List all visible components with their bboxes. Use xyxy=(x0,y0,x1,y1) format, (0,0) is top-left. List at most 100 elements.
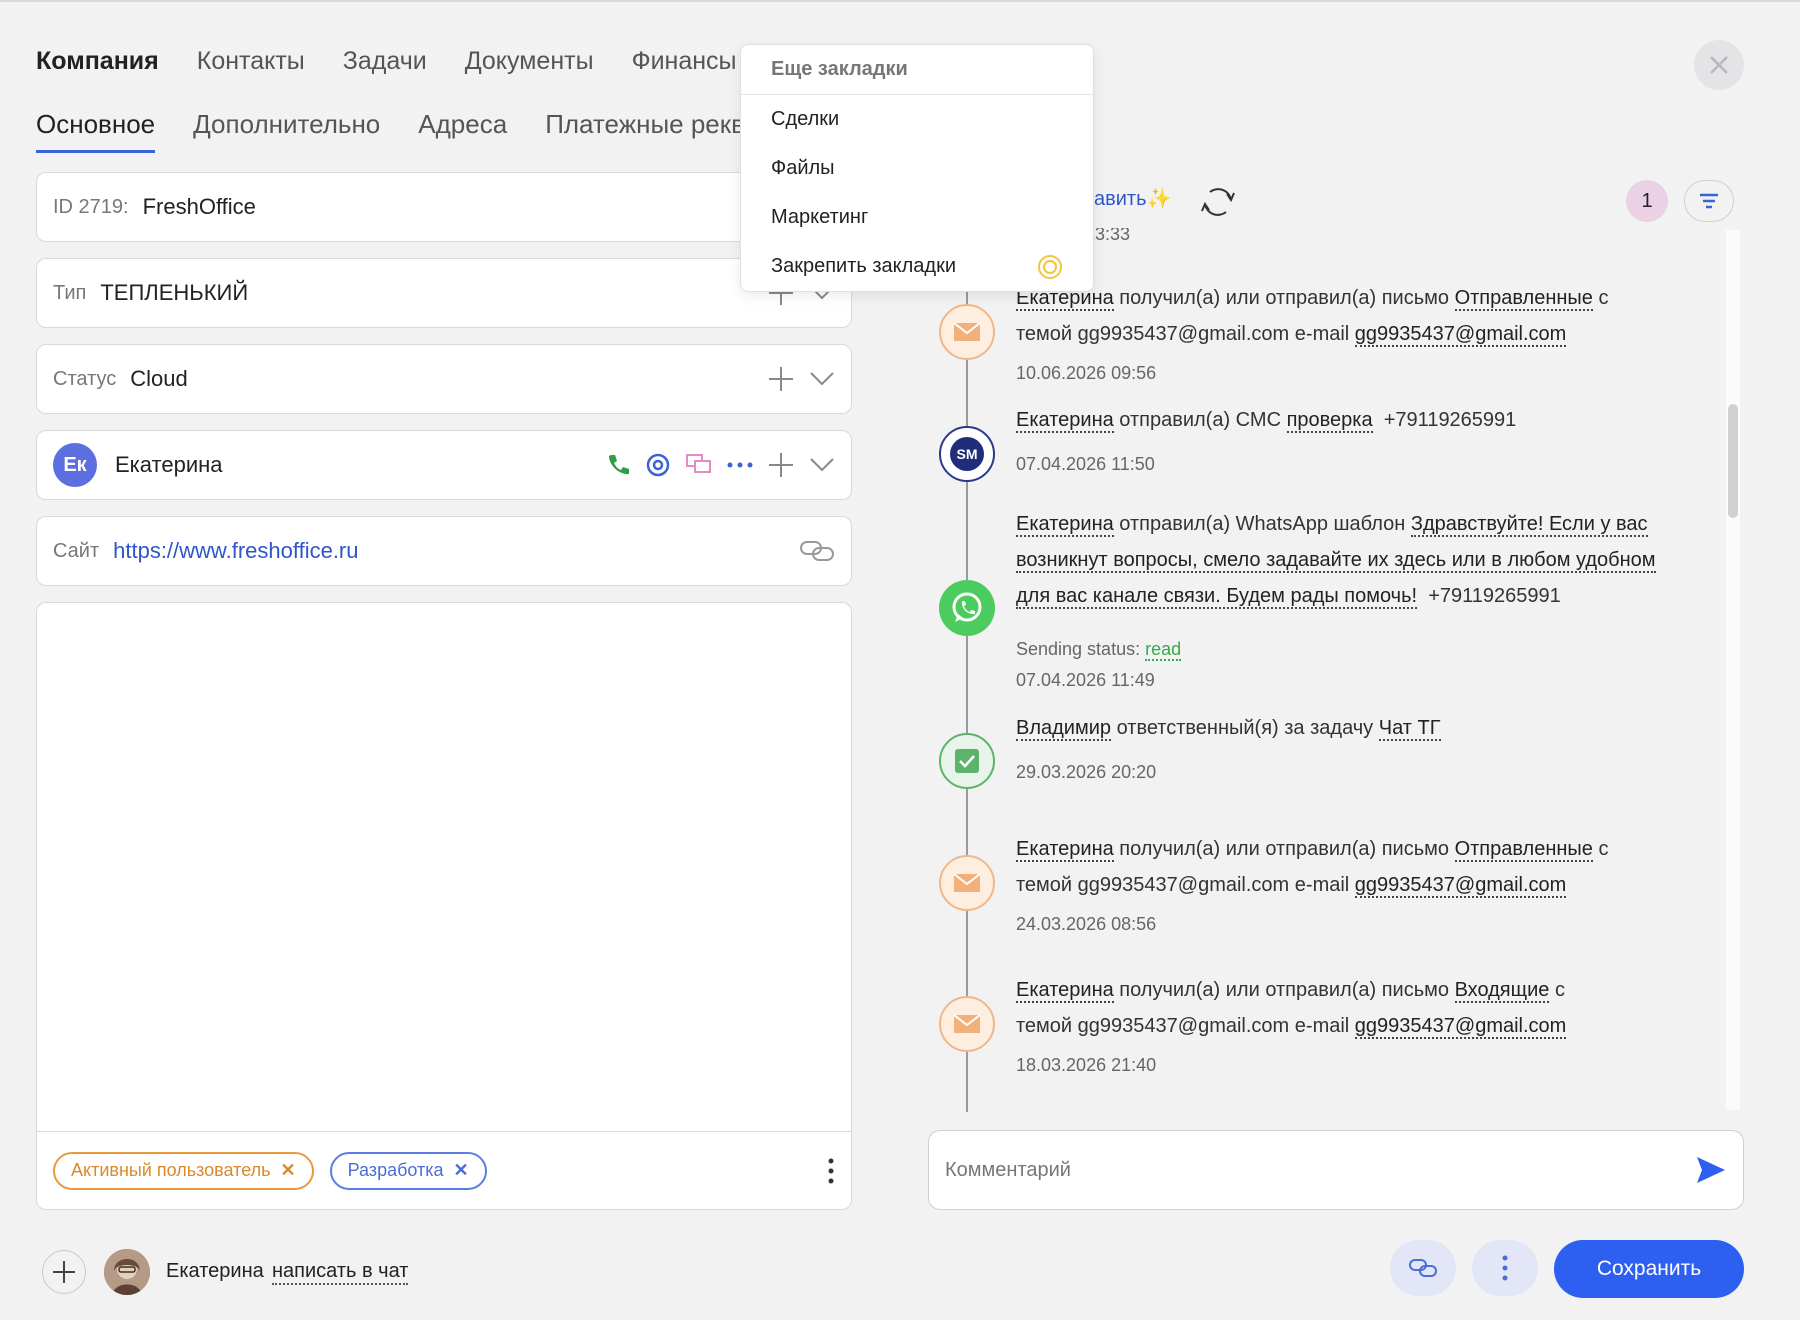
chat-icon[interactable] xyxy=(685,452,713,478)
pin-tabs-label: Закрепить закладки xyxy=(771,255,956,277)
more-icon[interactable] xyxy=(727,460,753,470)
event-user-link[interactable]: Екатерина xyxy=(1016,513,1114,537)
phone-icon[interactable] xyxy=(605,452,631,478)
tab-contacts[interactable]: Контакты xyxy=(197,44,305,84)
tab-tasks[interactable]: Задачи xyxy=(343,44,427,84)
tab-addresses[interactable]: Адреса xyxy=(418,108,507,153)
notification-badge[interactable]: 1 xyxy=(1626,180,1668,222)
sms-icon: SM xyxy=(950,437,984,471)
tab-documents[interactable]: Документы xyxy=(465,44,594,84)
write-to-chat-link[interactable]: написать в чат xyxy=(272,1260,409,1285)
user-photo xyxy=(104,1249,150,1295)
more-actions-button[interactable] xyxy=(1472,1240,1538,1296)
svg-text:SM: SM xyxy=(957,446,978,462)
contact-field[interactable]: Ек Екатерина xyxy=(36,430,852,500)
plus-icon xyxy=(53,1261,75,1283)
event-date: 07.04.2026 xyxy=(1016,454,1107,474)
template-text[interactable]: для вас канале связи. Будем рады помочь! xyxy=(1016,585,1418,609)
envelope-icon xyxy=(953,322,981,341)
refresh-icon[interactable] xyxy=(1200,184,1236,220)
event-datetime: 18.03.2026 21:40 xyxy=(1016,1055,1156,1076)
add-action-link[interactable]: авить✨ xyxy=(1094,186,1171,211)
menu-item-files[interactable]: Файлы xyxy=(741,144,1093,193)
site-field[interactable]: Сайт https://www.freshoffice.ru xyxy=(36,516,852,586)
event-email-label: e-mail xyxy=(1294,323,1350,345)
toggle-circle-icon[interactable] xyxy=(1037,254,1063,280)
company-name: FreshOffice xyxy=(142,194,256,219)
feed-event: Екатерина получил(а) или отправил(а) пис… xyxy=(1016,831,1676,903)
contact-name: Екатерина xyxy=(115,452,223,477)
link-button[interactable] xyxy=(1390,1240,1456,1296)
menu-item-marketing[interactable]: Маркетинг xyxy=(741,193,1093,242)
id-field[interactable]: ID 2719: FreshOffice xyxy=(36,172,852,242)
event-email-link[interactable]: gg9935437@gmail.com xyxy=(1354,323,1567,347)
tab-company[interactable]: Компания xyxy=(36,44,159,84)
chevron-down-icon[interactable] xyxy=(809,371,835,387)
tag-development[interactable]: Разработка ✕ xyxy=(329,1151,487,1190)
kebab-icon[interactable] xyxy=(827,1158,835,1184)
event-subject-label: темой xyxy=(1016,323,1073,345)
filter-button[interactable] xyxy=(1684,180,1734,222)
event-time: 08:56 xyxy=(1111,914,1157,934)
event-folder-link[interactable]: Отправленные xyxy=(1454,838,1593,862)
menu-item-deals[interactable]: Сделки xyxy=(741,95,1093,144)
site-link[interactable]: https://www.freshoffice.ru xyxy=(113,538,358,564)
close-button[interactable] xyxy=(1694,40,1744,90)
tab-finance[interactable]: Финансы xyxy=(632,44,737,84)
event-task-link[interactable]: Чат ТГ xyxy=(1378,717,1441,741)
template-text[interactable]: Здравствуйте! Если у вас xyxy=(1410,513,1648,537)
plus-icon[interactable] xyxy=(767,365,795,393)
event-with: с xyxy=(1598,838,1609,860)
dropdown-title: Еще закладки xyxy=(741,45,1093,95)
more-tabs-dropdown: Еще закладки Сделки Файлы Маркетинг Закр… xyxy=(740,44,1094,292)
template-text[interactable]: возникнут вопросы, смело задавайте их зд… xyxy=(1016,549,1656,573)
event-date: 07.04.2026 xyxy=(1016,670,1107,690)
menu-item-pin-tabs[interactable]: Закрепить закладки xyxy=(741,242,1093,291)
whatsapp-event-icon xyxy=(939,580,995,636)
sending-status-value[interactable]: read xyxy=(1145,639,1182,661)
event-user-link[interactable]: Екатерина xyxy=(1016,979,1114,1003)
event-email-link[interactable]: gg9935437@gmail.com xyxy=(1354,874,1567,898)
notes-area[interactable]: Активный пользователь ✕ Разработка ✕ xyxy=(36,602,852,1210)
event-time: 11:50 xyxy=(1111,454,1155,474)
comment-input[interactable]: Комментарий xyxy=(928,1130,1744,1210)
whatsapp-icon xyxy=(952,592,982,622)
event-date: 18.03.2026 xyxy=(1016,1055,1107,1075)
event-user-link[interactable]: Екатерина xyxy=(1016,838,1114,862)
event-action: отправил(а) WhatsApp шаблон xyxy=(1119,513,1406,535)
mail-event-icon xyxy=(939,304,995,360)
event-email-link[interactable]: gg9935437@gmail.com xyxy=(1354,1015,1567,1039)
remove-tag-icon[interactable]: ✕ xyxy=(281,1160,296,1181)
email-icon[interactable] xyxy=(645,452,671,478)
event-folder-link[interactable]: Отправленные xyxy=(1454,287,1593,311)
link-icon[interactable] xyxy=(799,539,835,563)
status-value: Cloud xyxy=(130,366,188,391)
send-icon[interactable] xyxy=(1695,1155,1727,1185)
add-button[interactable] xyxy=(42,1250,86,1294)
contact-avatar: Ек xyxy=(53,443,97,487)
status-field[interactable]: Статус Cloud xyxy=(36,344,852,414)
tag-label: Активный пользователь xyxy=(71,1160,271,1180)
event-folder-link[interactable]: Входящие xyxy=(1454,979,1550,1003)
event-user-link[interactable]: Владимир xyxy=(1016,717,1112,741)
event-sms-text[interactable]: проверка xyxy=(1286,409,1373,433)
filter-icon xyxy=(1700,193,1718,209)
event-date: 10.06.2026 xyxy=(1016,363,1107,383)
sending-status: Sending status: read xyxy=(1016,639,1182,661)
tab-payment-details[interactable]: Платежные реквизиты xyxy=(545,108,740,153)
event-date: 24.03.2026 xyxy=(1016,914,1107,934)
tab-additional[interactable]: Дополнительно xyxy=(193,108,380,153)
current-user-name: Екатерина xyxy=(166,1260,264,1282)
save-button[interactable]: Сохранить xyxy=(1554,1240,1744,1298)
plus-icon[interactable] xyxy=(767,451,795,479)
event-subject: gg9935437@gmail.com xyxy=(1077,323,1290,345)
type-field[interactable]: Тип ТЕПЛЕНЬКИЙ xyxy=(36,258,852,328)
link-icon xyxy=(1409,1259,1437,1277)
remove-tag-icon[interactable]: ✕ xyxy=(454,1160,469,1181)
tags-bar: Активный пользователь ✕ Разработка ✕ xyxy=(37,1131,851,1209)
close-icon xyxy=(1710,56,1728,74)
chevron-down-icon[interactable] xyxy=(809,457,835,473)
tag-active-user[interactable]: Активный пользователь ✕ xyxy=(53,1151,314,1190)
event-user-link[interactable]: Екатерина xyxy=(1016,409,1114,433)
tab-main[interactable]: Основное xyxy=(36,108,156,153)
